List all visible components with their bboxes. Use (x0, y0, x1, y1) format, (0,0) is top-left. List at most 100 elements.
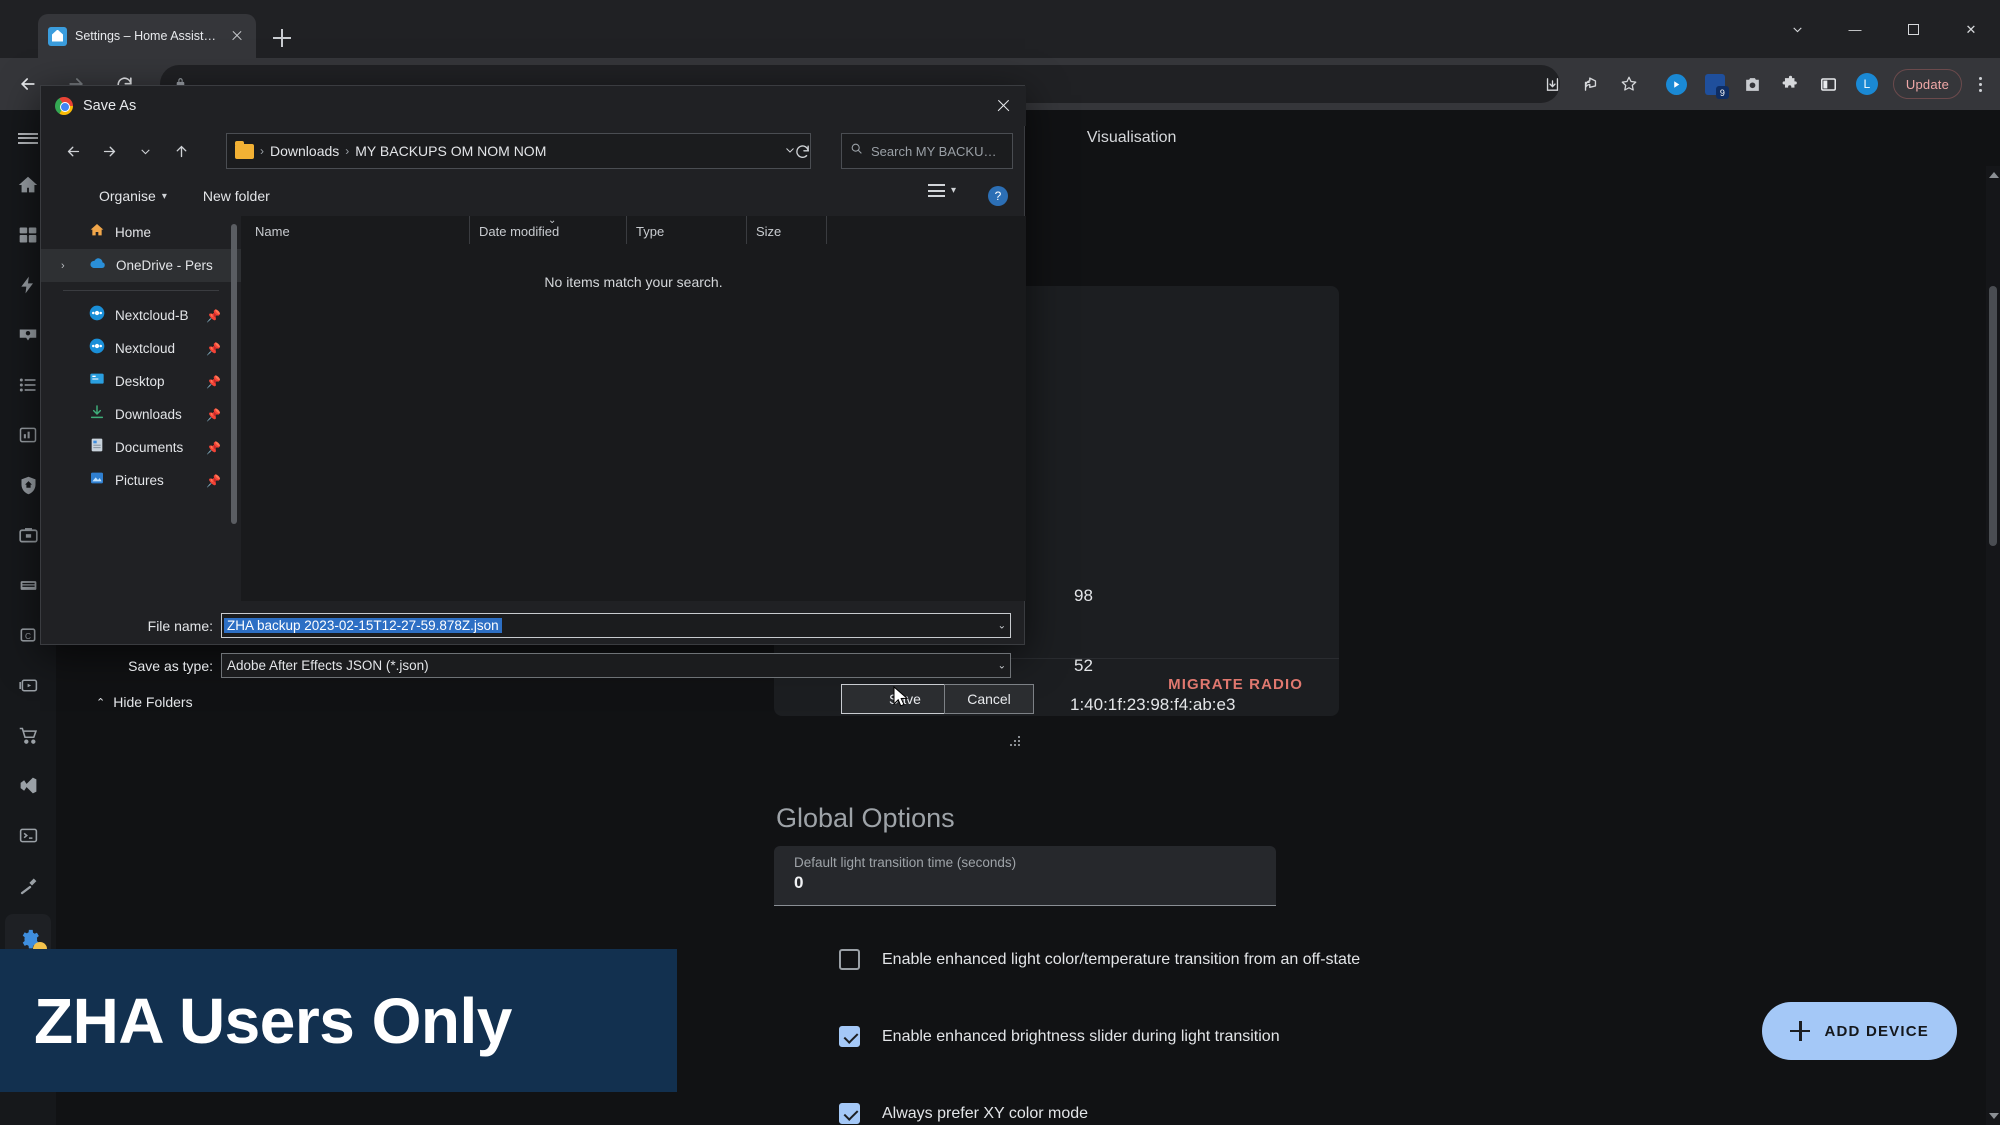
up-arrow-icon[interactable] (163, 133, 199, 169)
back-arrow-icon[interactable] (55, 133, 91, 169)
device-info-line-1: 98 (1074, 586, 1093, 605)
plus-icon (1790, 1021, 1811, 1041)
forward-arrow-icon[interactable] (91, 133, 127, 169)
column-header-date-modified[interactable]: ⌄ Date modified (469, 215, 626, 244)
tab-visualisation[interactable]: Visualisation (1087, 129, 1177, 147)
new-tab-button[interactable] (268, 24, 296, 52)
banner-text: ZHA Users Only (34, 984, 512, 1057)
column-header-size[interactable]: Size (746, 216, 826, 244)
help-button[interactable]: ? (988, 186, 1008, 206)
navigation-pane[interactable]: Home › OneDrive - Pers Nextcloud-B 📌 Nex… (41, 216, 241, 601)
avatar[interactable]: L (1849, 66, 1885, 102)
close-window-button[interactable]: ✕ (1942, 0, 2000, 58)
new-folder-button[interactable]: New folder (203, 188, 270, 204)
default-light-transition-field[interactable]: Default light transition time (seconds) … (774, 846, 1276, 906)
extensions-puzzle-icon[interactable] (1773, 66, 1809, 102)
scroll-up-arrow-icon[interactable] (1989, 172, 1999, 178)
chevron-down-icon[interactable]: ⌄ (998, 660, 1006, 671)
bookmark-star-icon[interactable] (1611, 66, 1647, 102)
tools-hammer-icon[interactable] (5, 860, 51, 910)
checkbox-xy-color[interactable] (839, 1103, 860, 1124)
install-app-icon[interactable] (1535, 66, 1571, 102)
pin-icon[interactable]: 📌 (206, 342, 221, 356)
scroll-down-arrow-icon[interactable] (1989, 1113, 1999, 1119)
breadcrumb[interactable]: › Downloads › MY BACKUPS OM NOM NOM (226, 133, 811, 169)
toolbar-right-icons[interactable]: 9 L Update (1535, 64, 1990, 104)
onedrive-cloud-icon (89, 256, 106, 275)
column-header-name[interactable]: Name (241, 216, 469, 244)
browser-tab[interactable]: Settings – Home Assistant (38, 14, 256, 58)
view-options-button[interactable]: ▾ (927, 184, 956, 197)
nav-item-desktop[interactable]: Desktop 📌 (41, 365, 241, 398)
add-device-button[interactable]: ADD DEVICE (1762, 1002, 1957, 1060)
minimize-button[interactable]: — (1826, 0, 1884, 58)
migrate-radio-button[interactable]: MIGRATE RADIO (1168, 676, 1303, 693)
pocket-icon[interactable] (1659, 66, 1695, 102)
chevron-right-icon[interactable]: › (61, 260, 65, 272)
checkbox-brightness-slider[interactable] (839, 1026, 860, 1047)
nav-item-documents[interactable]: Documents 📌 (41, 431, 241, 464)
refresh-icon[interactable] (789, 138, 815, 164)
search-input[interactable]: Search MY BACKUPS OM N... (841, 133, 1013, 169)
nav-item-downloads[interactable]: Downloads 📌 (41, 398, 241, 431)
hide-folders-button[interactable]: ⌃ Hide Folders (96, 694, 193, 710)
save-as-type-select[interactable]: Adobe After Effects JSON (*.json) ⌄ (221, 653, 1011, 678)
side-panel-icon[interactable] (1811, 66, 1847, 102)
checkbox-off-state[interactable] (839, 949, 860, 970)
maximize-button[interactable] (1884, 0, 1942, 58)
scrollbar-thumb[interactable] (1989, 286, 1997, 546)
close-icon[interactable] (228, 27, 246, 45)
breadcrumb-item-downloads[interactable]: Downloads (270, 143, 339, 159)
dialog-titlebar: Save As (41, 86, 1026, 126)
share-icon[interactable] (1573, 66, 1609, 102)
resize-grip[interactable] (1010, 736, 1022, 748)
pin-icon[interactable]: 📌 (206, 375, 221, 389)
breadcrumb-item-current[interactable]: MY BACKUPS OM NOM NOM (355, 143, 546, 159)
checkbox-row-brightness-slider[interactable]: Enable enhanced brightness slider during… (839, 1026, 1280, 1047)
scrollbar-thumb[interactable] (231, 224, 237, 524)
close-icon[interactable] (980, 86, 1026, 126)
organise-label: Organise (99, 188, 156, 204)
more-vertical-icon[interactable] (1970, 74, 1990, 94)
nav-item-label: OneDrive - Pers (116, 258, 213, 273)
nav-pane-scrollbar[interactable] (231, 224, 237, 594)
save-as-dialog[interactable]: Save As › Downloads › MY BACKUPS OM NOM … (40, 85, 1034, 746)
column-header-type[interactable]: Type (626, 216, 746, 244)
column-label: Date modified (479, 224, 560, 239)
terminal-icon[interactable] (5, 810, 51, 860)
checkbox-row-xy-color[interactable]: Always prefer XY color mode (839, 1103, 1088, 1124)
nav-item-home[interactable]: Home (41, 216, 241, 249)
file-name-row: File name: ZHA backup 2023-02-15T12-27-5… (41, 613, 1011, 638)
device-info-line-3: 1:40:1f:23:98:f4:ab:e3 (1070, 695, 1236, 714)
chevron-down-icon[interactable] (1768, 0, 1826, 58)
pin-icon[interactable]: 📌 (206, 441, 221, 455)
column-label: Name (255, 224, 290, 239)
checkbox-row-off-state[interactable]: Enable enhanced light color/temperature … (839, 949, 1360, 970)
nav-item-nextcloud-b[interactable]: Nextcloud-B 📌 (41, 299, 241, 332)
screenshot-icon[interactable] (1735, 66, 1771, 102)
home-assistant-favicon (48, 26, 67, 46)
file-list-pane[interactable]: Name ⌄ Date modified Type Size No items … (241, 215, 1026, 601)
page-scrollbar[interactable] (1986, 166, 2000, 1125)
chevron-down-icon[interactable]: ⌄ (998, 620, 1006, 631)
nav-item-nextcloud[interactable]: Nextcloud 📌 (41, 332, 241, 365)
nav-item-label: Home (115, 225, 152, 240)
column-label: Size (756, 224, 782, 239)
window-controls[interactable]: — ✕ (1768, 0, 2000, 58)
nav-item-pictures[interactable]: Pictures 📌 (41, 464, 241, 497)
pin-icon[interactable]: 📌 (206, 408, 221, 422)
organise-button[interactable]: Organise ▾ (99, 188, 167, 204)
recent-locations-chevron-down-icon[interactable] (127, 133, 163, 169)
nextcloud-icon (89, 305, 105, 326)
pin-icon[interactable]: 📌 (206, 309, 221, 323)
pin-icon[interactable]: 📌 (206, 474, 221, 488)
nav-item-onedrive[interactable]: › OneDrive - Pers (41, 249, 241, 282)
empty-state-message: No items match your search. (544, 274, 723, 290)
nav-divider (63, 290, 219, 291)
file-name-input[interactable]: ZHA backup 2023-02-15T12-27-59.878Z.json… (221, 613, 1011, 638)
notes-extension-icon[interactable]: 9 (1697, 66, 1733, 102)
cancel-button[interactable]: Cancel (944, 684, 1034, 714)
update-button[interactable]: Update (1892, 69, 1962, 99)
vscode-icon[interactable] (5, 760, 51, 810)
chrome-logo-icon (55, 97, 73, 115)
